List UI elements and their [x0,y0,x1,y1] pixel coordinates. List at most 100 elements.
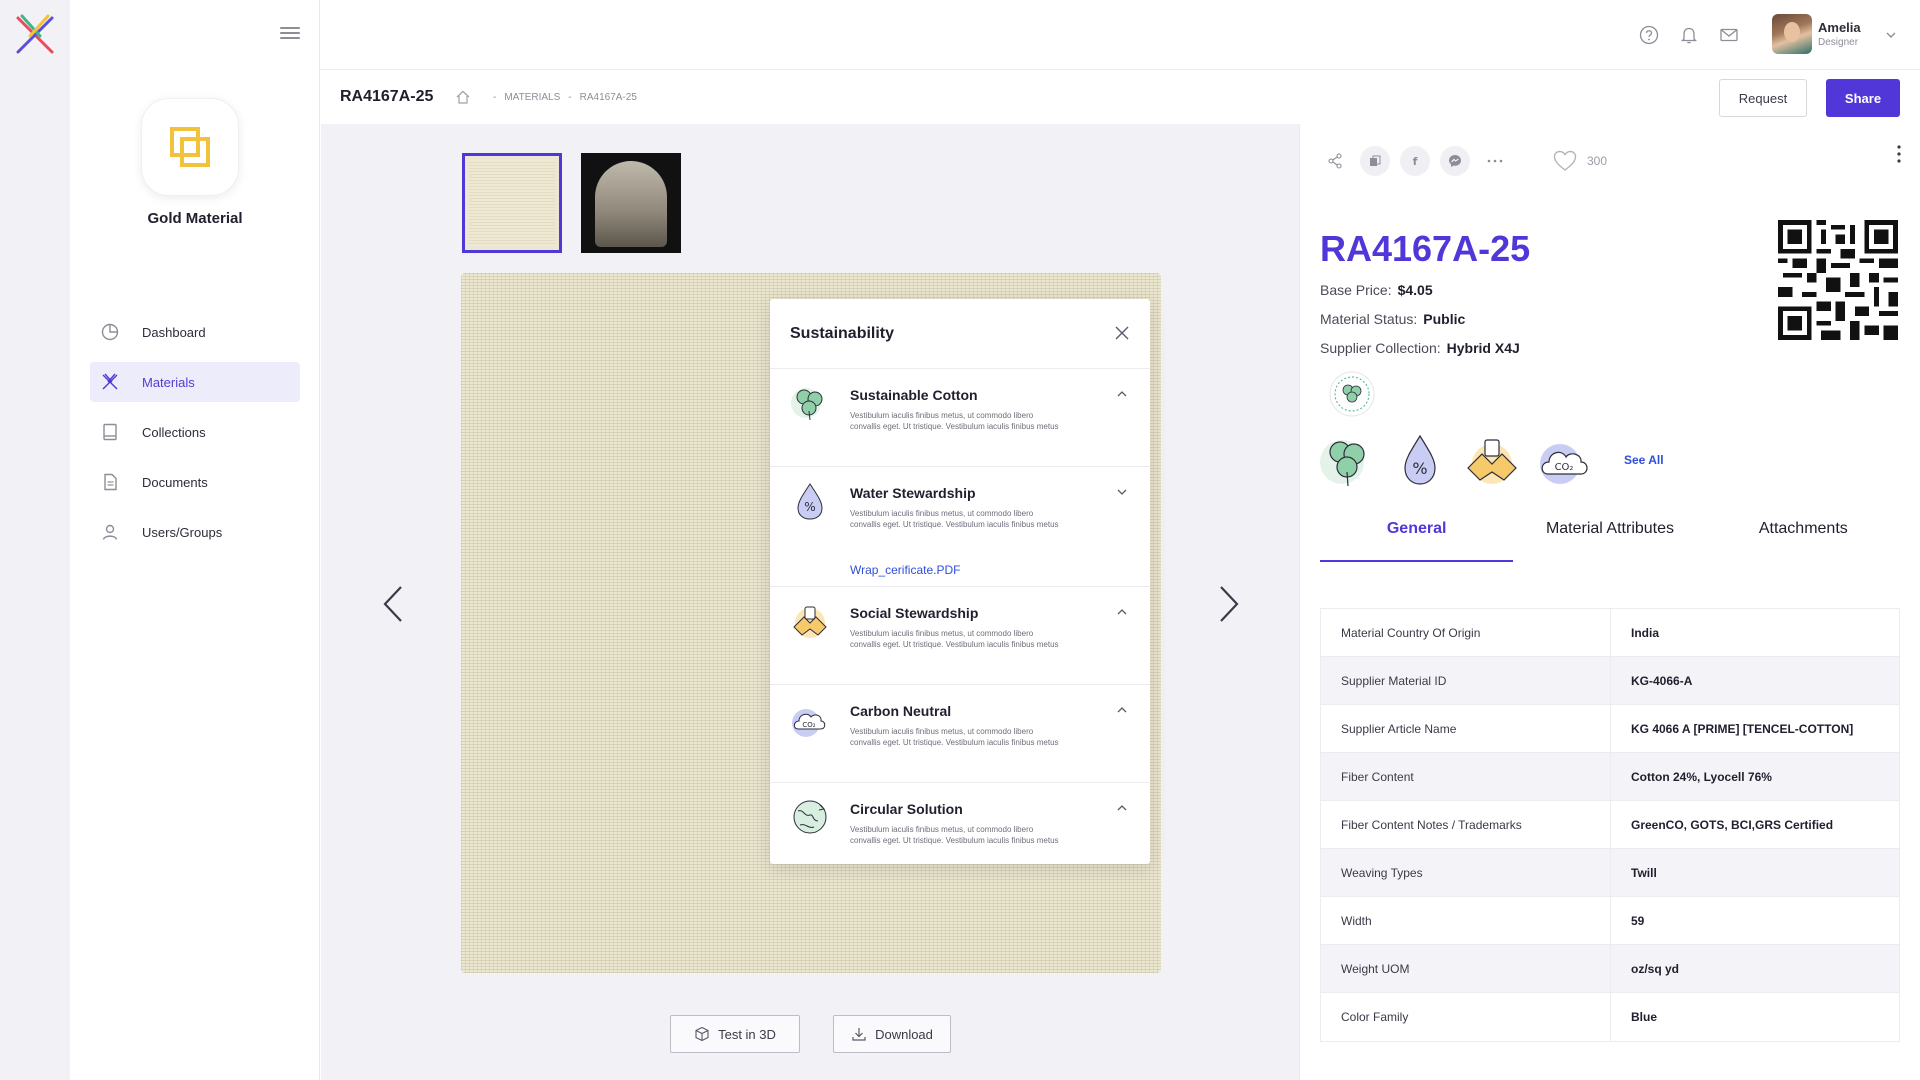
avatar[interactable] [1772,14,1812,54]
sidebar-item-label: Dashboard [142,324,206,340]
sidebar-item-label: Documents [142,474,208,490]
help-icon[interactable] [1638,24,1660,46]
hands-icon [793,606,827,638]
table-row: Width 59 [1321,897,1899,945]
material-id-title: RA4167A-25 [1320,228,1531,269]
attribute-key: Color Family [1321,993,1611,1041]
chevron-down-icon[interactable] [1116,487,1128,497]
sustainability-item-cotton[interactable]: Sustainable Cotton Vestibulum iaculis fi… [770,369,1150,467]
attributes-table: Material Country Of Origin India Supplier … [1320,608,1900,1042]
cotton-icon[interactable] [1320,432,1376,488]
chevron-up-icon[interactable] [1116,705,1128,715]
app-rail [0,0,70,1080]
sustainability-item-social[interactable]: Social Stewardship Vestibulum iaculis fi… [770,587,1150,685]
breadcrumb-current: RA4167A-25 [579,91,637,103]
more-options-icon[interactable] [1480,146,1510,176]
attribute-value: GreenCO, GOTS, BCI,GRS Certified [1631,817,1834,832]
copy-icon[interactable] [1360,146,1390,176]
svg-text:CO₂: CO₂ [1555,462,1574,473]
messenger-icon[interactable] [1440,146,1470,176]
attribute-key: Weight UOM [1321,945,1611,992]
water-drop-icon[interactable]: % [1392,432,1448,488]
sidebar-item-label: Users/Groups [142,524,223,540]
table-row: Supplier Article Name KG 4066 A [PRIME] [… [1321,705,1899,753]
thumbnail-fabric-drape[interactable] [581,153,681,253]
top-bar: Amelia Designer [320,0,1920,70]
attribute-value: Twill [1631,865,1657,880]
pie-chart-icon [100,322,120,342]
attribute-key: Supplier Article Name [1321,705,1611,752]
globe-icon [793,800,827,834]
book-icon [100,422,120,442]
sidebar-item-materials[interactable]: Materials [90,362,300,402]
chevron-up-icon[interactable] [1116,607,1128,617]
sidebar-item-label: Collections [142,424,206,440]
breadcrumb-materials[interactable]: MATERIALS [504,92,560,103]
sidebar-item-label: Materials [142,374,195,390]
qr-code-icon[interactable] [1778,220,1898,340]
sustainability-item-desc: Vestibulum iaculis finibus metus, ut com… [850,825,1059,845]
app-logo-icon[interactable] [14,14,56,56]
close-icon[interactable] [1114,325,1130,341]
mail-icon[interactable] [1718,24,1740,46]
sidebar-item-dashboard[interactable]: Dashboard [90,312,300,352]
material-detail-panel: f 300 RA4167A-25 Base Price: $4.05 Materi… [1299,124,1920,1080]
sustainability-title: Sustainability [790,325,895,342]
brand-name: Gold Material [147,210,243,227]
home-icon[interactable] [455,89,471,105]
test-in-3d-button[interactable]: Test in 3D [670,1015,800,1053]
tab-attachments[interactable]: Attachments [1707,496,1900,558]
attribute-key: Fiber Content [1321,753,1611,800]
download-button[interactable]: Download [833,1015,951,1053]
sidebar-item-users-groups[interactable]: Users/Groups [90,512,300,552]
like-button[interactable]: 300 [1553,150,1607,172]
sidebar-nav: Dashboard Materials Collections Document… [90,312,300,562]
page-header: RA4167A-25 - MATERIALS - RA4167A-25 Requ… [320,70,1920,124]
see-all-link[interactable]: See All [1624,453,1664,467]
attribute-key: Supplier Material ID [1321,657,1611,704]
svg-text:%: % [1412,459,1427,478]
request-button[interactable]: Request [1719,79,1807,117]
sustainable-cotton-badge-icon [1329,371,1375,417]
cotton-icon [791,388,823,421]
thumbnail-fabric-flat[interactable] [462,153,562,253]
sidebar-item-collections[interactable]: Collections [90,412,300,452]
status-value: Public [1423,311,1466,327]
kebab-menu-icon[interactable] [1896,144,1902,164]
gold-material-logo-icon [170,127,210,167]
attribute-key: Fiber Content Notes / Trademarks [1321,801,1611,848]
social-share-row: f [1320,146,1510,176]
attribute-key: Material Country Of Origin [1321,609,1611,656]
attribute-value: KG 4066 A [PRIME] [TENCEL-COTTON] [1631,721,1854,736]
sustainability-item-circular[interactable]: Circular Solution Vestibulum iaculis fin… [770,783,1150,881]
sustainability-item-carbon[interactable]: CO₂ Carbon Neutral Vestibulum iaculis fi… [770,685,1150,783]
tab-general[interactable]: General [1320,496,1514,562]
menu-toggle-icon[interactable] [280,24,300,44]
facebook-icon[interactable]: f [1400,146,1430,176]
previous-arrow-icon[interactable] [381,584,405,624]
sustainability-item-water[interactable]: % Water Stewardship Vestibulum iaculis f… [770,467,1150,587]
table-row: Material Country Of Origin India [1321,609,1899,657]
notification-bell-icon[interactable] [1678,24,1700,46]
share-button[interactable]: Share [1826,79,1900,117]
document-icon [100,472,120,492]
share-icon[interactable] [1320,146,1350,176]
breadcrumb: - MATERIALS - RA4167A-25 [455,89,637,105]
chevron-up-icon[interactable] [1116,389,1128,399]
detail-tabs: General Material Attributes Attachments [1320,496,1900,562]
base-price-label: Base Price: [1320,282,1392,298]
sustainability-header: Sustainability [770,299,1150,369]
attribute-key: Width [1321,897,1611,944]
attribute-value: India [1631,625,1660,640]
sidebar-item-documents[interactable]: Documents [90,462,300,502]
chevron-up-icon[interactable] [1116,803,1128,813]
table-row: Color Family Blue [1321,993,1899,1041]
chevron-down-icon[interactable] [1886,30,1896,40]
hands-icon[interactable] [1464,432,1520,488]
top-icons [1638,24,1740,46]
next-arrow-icon[interactable] [1217,584,1241,624]
certificate-link[interactable]: Wrap_cerificate.PDF [850,563,960,577]
tab-material-attributes[interactable]: Material Attributes [1513,496,1706,558]
co2-cloud-icon[interactable]: CO₂ [1536,432,1592,488]
table-row: Supplier Material ID KG-4066-A [1321,657,1899,705]
